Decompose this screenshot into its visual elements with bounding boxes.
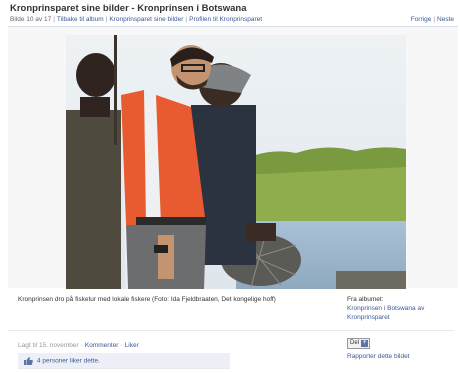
next-photo-link[interactable]: Neste	[437, 16, 454, 23]
prev-photo-link[interactable]: Forrige	[411, 16, 432, 23]
comment-link[interactable]: Kommenter	[85, 342, 119, 349]
subnav-right: Forrige | Neste	[411, 16, 454, 23]
from-album-label: Fra albumet:	[347, 296, 384, 303]
plus-icon: +	[361, 339, 368, 347]
album-link[interactable]: Kronprinsparet sine bilder	[109, 16, 183, 23]
photo-caption: Kronprinsen dro på fisketur med lokale f…	[18, 296, 276, 303]
album-info: Fra albumet: Kronprinsen i Botswana av K…	[347, 296, 447, 322]
photo-meta: Lagt til 15. november · Kommenter · Liker	[18, 342, 139, 349]
separator: |	[53, 16, 55, 23]
likes-count-link[interactable]: 4 personer liker dette.	[37, 358, 100, 365]
page-title: Kronprinsparet sine bilder - Kronprinsen…	[10, 3, 247, 14]
share-button[interactable]: Del +	[347, 338, 370, 349]
separator: |	[185, 16, 188, 23]
album-name-link[interactable]: Kronprinsen i Botswana av	[347, 305, 447, 314]
back-to-album-link[interactable]: Tilbake til album	[57, 16, 104, 23]
post-date: Lagt til 15. november	[18, 342, 79, 349]
separator: ·	[80, 342, 83, 349]
separator: |	[105, 16, 108, 23]
photo-counter: Bilde 10 av 17	[10, 16, 52, 23]
share-label: Del	[350, 340, 360, 346]
divider	[8, 330, 454, 331]
album-owner-link[interactable]: Kronprinsparet	[347, 314, 447, 323]
main-photo[interactable]	[66, 35, 406, 289]
separator: |	[433, 16, 436, 23]
subnav-left: Bilde 10 av 17 | Tilbake til album | Kronpri…	[10, 16, 454, 23]
photo-container	[8, 26, 458, 289]
like-link[interactable]: Liker	[125, 342, 139, 349]
report-photo-link[interactable]: Rapporter dette bildet	[347, 353, 410, 360]
photo-image	[66, 35, 406, 289]
thumbs-up-icon	[24, 357, 33, 365]
profile-link[interactable]: Profilen til Kronprinsparet	[189, 16, 262, 23]
separator: ·	[120, 342, 123, 349]
likes-box: 4 personer liker dette.	[18, 353, 230, 369]
